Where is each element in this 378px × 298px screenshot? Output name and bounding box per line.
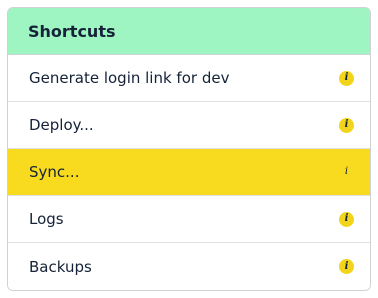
- shortcut-sync[interactable]: Sync... i: [8, 149, 370, 196]
- shortcut-label: Sync...: [29, 163, 80, 181]
- shortcut-label: Generate login link for dev: [29, 69, 230, 87]
- shortcut-generate-login-link[interactable]: Generate login link for dev i: [8, 55, 370, 102]
- shortcuts-panel: Shortcuts Generate login link for dev i …: [7, 7, 371, 291]
- shortcut-label: Logs: [29, 210, 64, 228]
- panel-header: Shortcuts: [8, 8, 370, 55]
- info-icon[interactable]: i: [339, 259, 354, 274]
- info-icon[interactable]: i: [339, 70, 354, 86]
- shortcut-label: Backups: [29, 257, 92, 276]
- shortcut-logs[interactable]: Logs i: [8, 196, 370, 243]
- panel-title: Shortcuts: [28, 21, 116, 41]
- info-icon[interactable]: i: [339, 117, 354, 133]
- shortcut-backups[interactable]: Backups i: [8, 243, 370, 290]
- info-icon[interactable]: i: [339, 165, 354, 180]
- info-icon[interactable]: i: [339, 211, 354, 227]
- shortcut-deploy[interactable]: Deploy... i: [8, 102, 370, 149]
- shortcut-label: Deploy...: [29, 116, 94, 134]
